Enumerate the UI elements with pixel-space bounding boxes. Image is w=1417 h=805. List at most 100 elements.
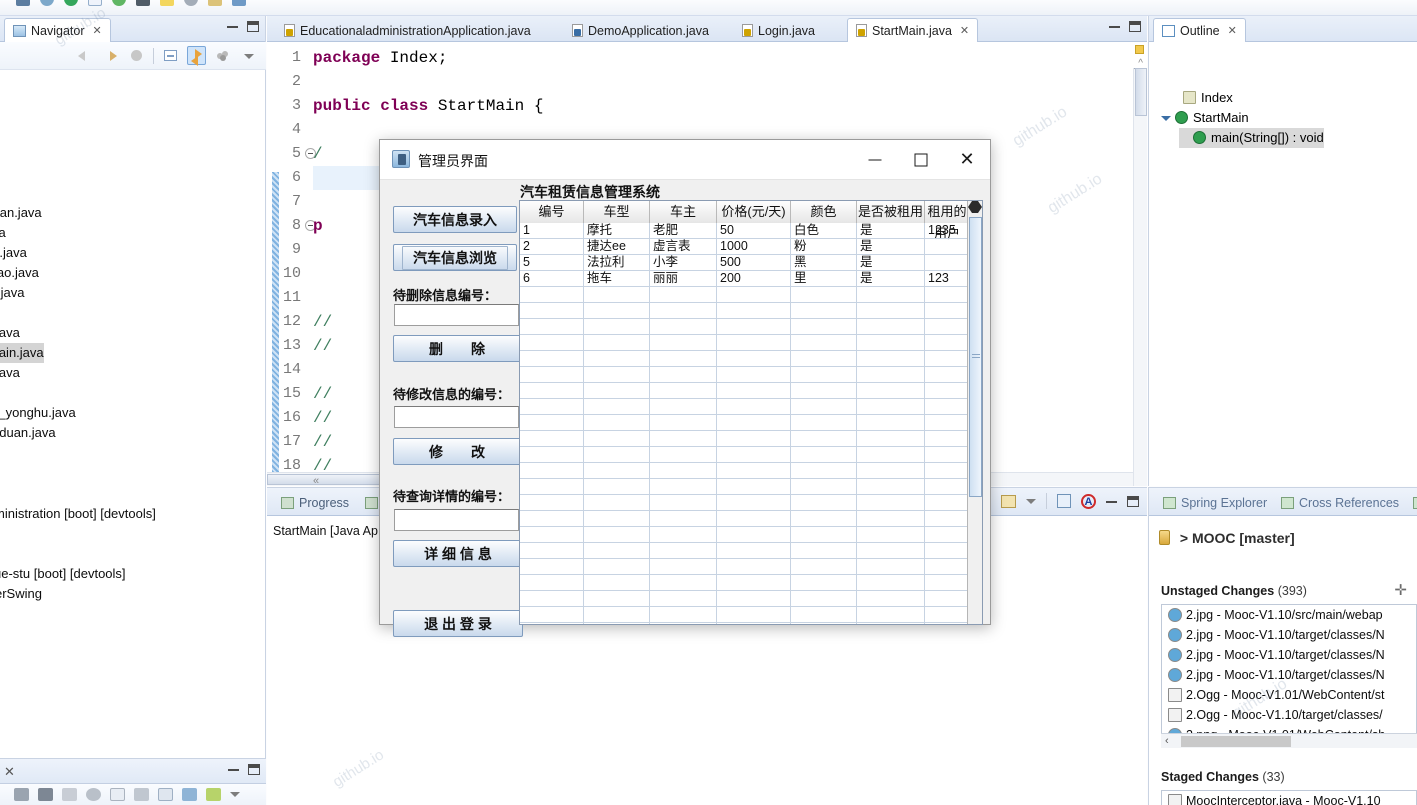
table-cell[interactable]	[925, 367, 969, 383]
table-cell[interactable]	[791, 527, 857, 543]
home-icon[interactable]	[127, 46, 146, 65]
table-cell[interactable]	[650, 319, 717, 335]
table-cell[interactable]	[791, 623, 857, 624]
table-cell[interactable]	[717, 543, 791, 559]
table-cell[interactable]: 1	[520, 223, 584, 239]
tab-progress[interactable]: Progress	[275, 492, 355, 514]
table-row[interactable]	[520, 607, 969, 623]
table-cell[interactable]	[650, 335, 717, 351]
table-cell[interactable]	[925, 607, 969, 623]
table-cell[interactable]	[520, 399, 584, 415]
table-cell[interactable]	[925, 431, 969, 447]
git-change-row[interactable]: MoocInterceptor.java - Mooc-V1.10	[1162, 791, 1381, 805]
close-icon[interactable]: ✕	[4, 764, 15, 780]
table-row[interactable]	[520, 319, 969, 335]
table-column-header[interactable]: 车型	[584, 201, 650, 223]
navigator-item[interactable]: Main.java	[0, 343, 44, 363]
table-cell[interactable]	[857, 415, 925, 431]
table-cell[interactable]	[584, 623, 650, 624]
tab-demoapplication[interactable]: DemoApplication.java	[563, 18, 718, 42]
maximize-icon[interactable]	[1129, 21, 1141, 32]
table-cell[interactable]	[717, 607, 791, 623]
highlight-icon[interactable]	[160, 0, 174, 6]
navigator-tree[interactable]: anyuan.javavaxi.javaiao.java.javajavaMai…	[0, 70, 266, 758]
maximize-icon[interactable]	[1127, 495, 1139, 507]
table-cell[interactable]	[717, 415, 791, 431]
forward-arrow-icon[interactable]	[101, 46, 120, 65]
table-cell[interactable]	[520, 367, 584, 383]
table-cell[interactable]	[925, 479, 969, 495]
git-change-row[interactable]: 2.jpg - Mooc-V1.10/target/classes/N	[1162, 665, 1385, 685]
close-icon[interactable]: ✕	[960, 24, 969, 37]
table-cell[interactable]	[717, 463, 791, 479]
display-selected-console-icon[interactable]	[1057, 494, 1071, 508]
table-cell[interactable]	[650, 303, 717, 319]
table-cell[interactable]	[857, 527, 925, 543]
collapse-all-icon[interactable]	[161, 46, 180, 65]
table-cell[interactable]	[925, 319, 969, 335]
table-cell[interactable]	[791, 559, 857, 575]
pin-icon[interactable]	[134, 788, 149, 801]
table-cell[interactable]	[857, 495, 925, 511]
table-vertical-scrollbar[interactable]	[967, 201, 982, 624]
table-cell[interactable]	[650, 591, 717, 607]
maximize-icon[interactable]	[247, 21, 259, 32]
scroll-left-icon[interactable]: «	[313, 475, 319, 486]
table-row[interactable]	[520, 559, 969, 575]
table-row[interactable]	[520, 431, 969, 447]
table-cell[interactable]	[791, 463, 857, 479]
table-cell[interactable]	[584, 415, 650, 431]
table-cell[interactable]: 粉	[791, 239, 857, 255]
table-row[interactable]	[520, 479, 969, 495]
table-cell[interactable]	[520, 623, 584, 624]
table-cell[interactable]	[857, 319, 925, 335]
table-cell[interactable]	[520, 303, 584, 319]
table-cell[interactable]	[857, 623, 925, 624]
table-row[interactable]	[520, 367, 969, 383]
table-cell[interactable]	[717, 591, 791, 607]
table-cell[interactable]	[857, 367, 925, 383]
table-cell[interactable]	[857, 543, 925, 559]
table-cell[interactable]: 2	[520, 239, 584, 255]
table-cell[interactable]	[584, 511, 650, 527]
table-cell[interactable]	[857, 287, 925, 303]
table-cell[interactable]	[791, 495, 857, 511]
tab-spring-explorer[interactable]: Spring Explorer	[1157, 492, 1273, 514]
table-row[interactable]	[520, 303, 969, 319]
navigator-item[interactable]: ministration [boot] [devtools]	[0, 504, 156, 524]
table-cell[interactable]	[584, 383, 650, 399]
table-cell[interactable]	[520, 351, 584, 367]
table-cell[interactable]	[791, 575, 857, 591]
table-body[interactable]: 1 摩托 老肥 50 白色是 1235 2 捷达ee 虚言表 1000 粉是 5 法拉利 小李 500 黑是 6…	[520, 223, 969, 624]
table-cell[interactable]: 小李	[650, 255, 717, 271]
logout-button[interactable]: 退 出 登 录	[393, 610, 523, 637]
navigator-item[interactable]: uduan.java	[0, 423, 56, 443]
table-cell[interactable]	[791, 447, 857, 463]
table-cell[interactable]	[717, 383, 791, 399]
dialog-close-button[interactable]: ✕	[944, 140, 990, 180]
table-cell[interactable]: 摩托	[584, 223, 650, 239]
table-cell[interactable]	[584, 607, 650, 623]
scroll-down-icon[interactable]	[968, 207, 982, 213]
table-cell[interactable]	[650, 495, 717, 511]
table-cell[interactable]	[650, 607, 717, 623]
table-cell[interactable]	[857, 479, 925, 495]
close-icon[interactable]: ✕	[93, 24, 102, 37]
table-cell[interactable]	[857, 575, 925, 591]
tab-login[interactable]: Login.java	[733, 18, 824, 42]
table-cell[interactable]: 拖车	[584, 271, 650, 287]
table-row[interactable]	[520, 543, 969, 559]
navigator-item[interactable]: java	[0, 363, 20, 383]
table-row[interactable]	[520, 447, 969, 463]
table-cell[interactable]	[520, 575, 584, 591]
table-cell[interactable]	[650, 623, 717, 624]
table-cell[interactable]	[925, 559, 969, 575]
table-cell[interactable]: 1235	[925, 223, 969, 239]
table-cell[interactable]	[791, 607, 857, 623]
scrollbar-thumb[interactable]	[1181, 736, 1291, 747]
launch-entry[interactable]: StartMain [Java Ap	[273, 524, 378, 538]
table-cell[interactable]: 黑	[791, 255, 857, 271]
table-cell[interactable]	[584, 527, 650, 543]
table-row[interactable]	[520, 399, 969, 415]
git-change-row[interactable]: 2.jpg - Mooc-V1.10/target/classes/N	[1162, 645, 1385, 665]
